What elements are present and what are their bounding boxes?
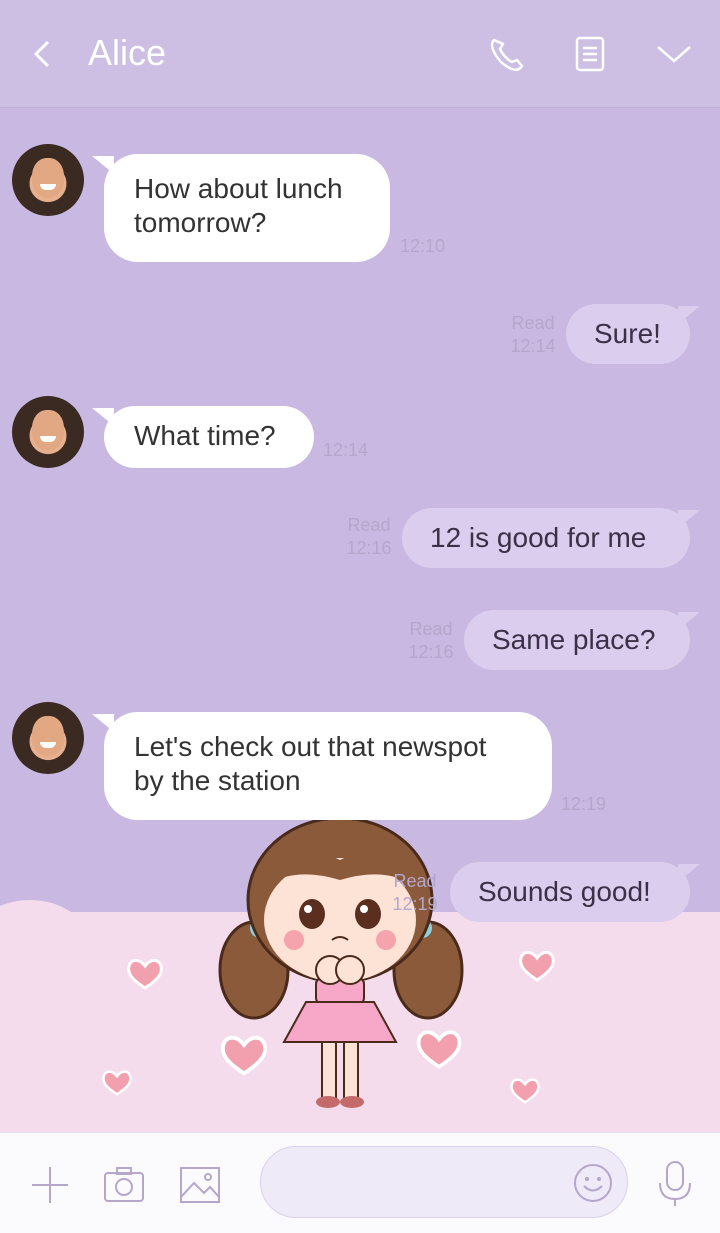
avatar[interactable]	[12, 144, 84, 216]
message-bubble-sent[interactable]: Same place?	[464, 610, 700, 670]
avatar[interactable]	[12, 702, 84, 774]
message-text: Same place?	[492, 624, 656, 655]
message-time: 12:16	[408, 642, 454, 662]
read-receipt: Read 12:19	[390, 870, 440, 916]
message-bubble-sent[interactable]: Sure!	[566, 304, 700, 364]
message-time: 12:16	[346, 538, 392, 558]
read-receipt: Read 12:16	[406, 618, 456, 664]
back-icon[interactable]	[28, 34, 56, 74]
message-time: 12:10	[400, 236, 446, 256]
image-icon[interactable]	[178, 1163, 222, 1207]
notes-icon[interactable]	[570, 34, 610, 74]
message-time: 12:19	[392, 894, 438, 914]
message-time: 12:14	[510, 336, 556, 356]
chat-header: Alice	[0, 0, 720, 108]
microphone-icon[interactable]	[652, 1159, 698, 1207]
read-receipt: Read 12:14	[508, 312, 558, 358]
message-text: How about lunch tomorrow?	[134, 173, 343, 238]
message-time: 12:14	[323, 440, 369, 460]
emoji-icon[interactable]	[572, 1162, 614, 1204]
chat-area[interactable]: How about lunch tomorrow? 12:10 Read 12:…	[0, 108, 720, 1132]
plus-icon[interactable]	[28, 1163, 72, 1207]
message-bubble-received[interactable]: What time?	[92, 406, 314, 468]
read-receipt: Read 12:16	[344, 514, 394, 560]
message-bubble-sent[interactable]: Sounds good!	[450, 862, 700, 922]
avatar[interactable]	[12, 396, 84, 468]
message-text: Let's check out that newspot by the stat…	[134, 731, 487, 796]
message-text: Sounds good!	[478, 876, 651, 907]
camera-icon[interactable]	[102, 1163, 146, 1207]
read-label: Read	[511, 313, 555, 333]
message-bubble-sent[interactable]: 12 is good for me	[402, 508, 700, 568]
chevron-down-icon[interactable]	[654, 34, 694, 74]
read-label: Read	[393, 871, 437, 891]
message-time: 12:19	[561, 794, 607, 814]
message-text: 12 is good for me	[430, 522, 647, 553]
chat-title: Alice	[88, 32, 167, 73]
message-text: Sure!	[594, 318, 661, 349]
message-bubble-received[interactable]: Let's check out that newspot by the stat…	[92, 712, 552, 820]
phone-icon[interactable]	[486, 34, 526, 74]
message-bubble-received[interactable]: How about lunch tomorrow?	[92, 154, 390, 262]
read-label: Read	[409, 619, 453, 639]
read-label: Read	[347, 515, 391, 535]
message-text: What time?	[134, 420, 276, 451]
